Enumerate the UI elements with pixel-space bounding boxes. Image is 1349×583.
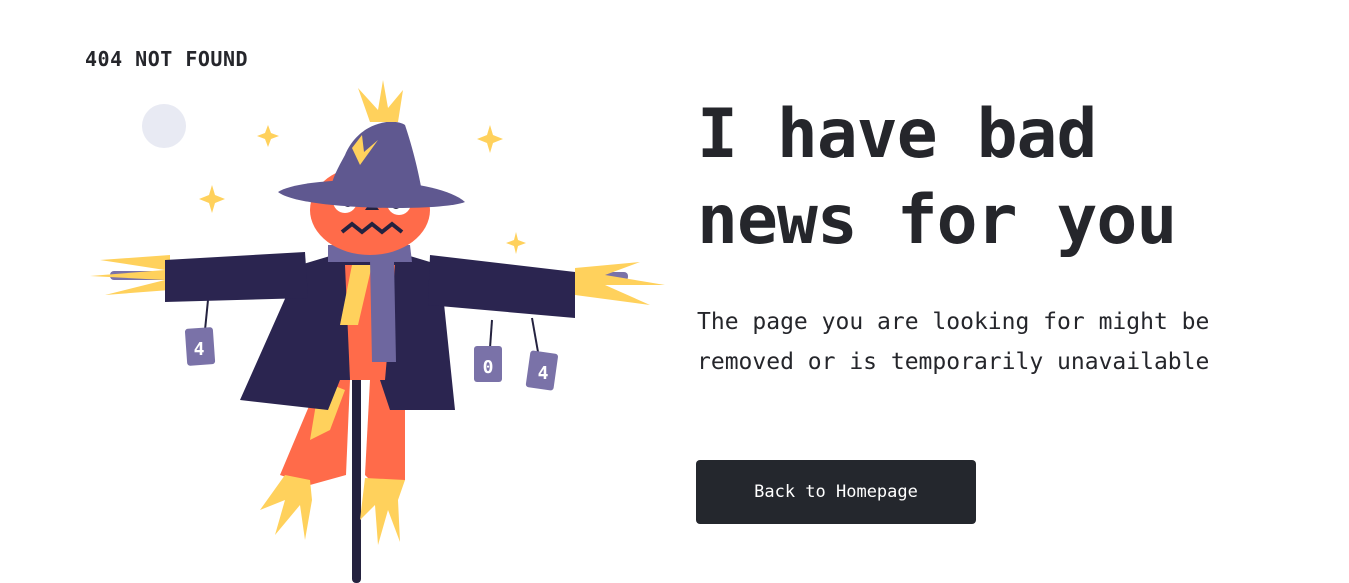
scarecrow-illustration: 4 0 4: [60, 80, 680, 583]
page-message: The page you are looking for might be re…: [697, 302, 1317, 382]
headline-line-1: I have bad: [697, 95, 1097, 174]
hat-crown: [330, 121, 422, 192]
svg-text:0: 0: [483, 357, 494, 378]
can-4-left: 4: [184, 327, 216, 366]
hat-straw: [358, 80, 403, 122]
page-headline: I have bad news for you: [697, 92, 1317, 264]
message-line-2: removed or is temporarily unavailable: [697, 349, 1210, 375]
svg-text:4: 4: [538, 363, 549, 384]
not-found-page: 404 NOT FOUND 4 0 4 I have bad news for …: [0, 0, 1349, 583]
left-foot-straw: [260, 475, 312, 540]
message-panel: I have bad news for you The page you are…: [697, 92, 1317, 382]
right-straw-hand: [575, 262, 665, 305]
can-0: 0: [474, 346, 502, 382]
back-to-homepage-button[interactable]: Back to Homepage: [696, 460, 976, 524]
moon-icon: [142, 104, 186, 148]
left-straw-hand: [90, 255, 170, 295]
right-sleeve: [428, 255, 575, 318]
svg-text:4: 4: [194, 339, 205, 360]
left-sleeve: [165, 252, 308, 302]
message-line-1: The page you are looking for might be: [697, 309, 1210, 335]
brand-label: 404 NOT FOUND: [85, 47, 249, 71]
pole: [352, 370, 361, 583]
headline-line-2: news for you: [697, 181, 1177, 260]
can-4-right: 4: [525, 350, 558, 391]
right-foot-straw: [360, 478, 405, 545]
